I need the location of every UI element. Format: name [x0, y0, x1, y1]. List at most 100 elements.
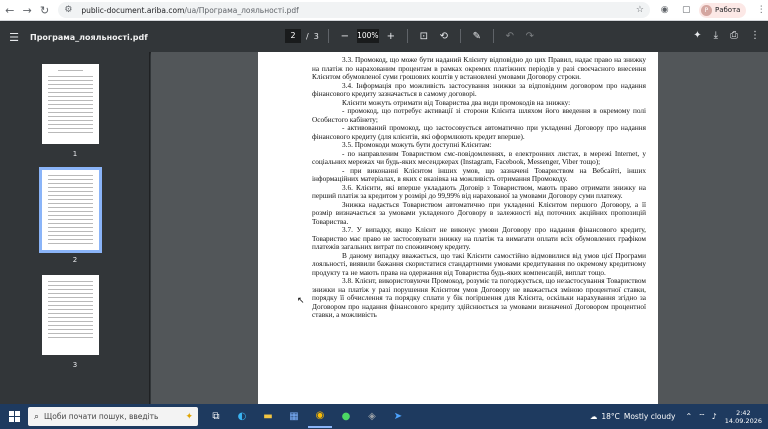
zoom-out-icon[interactable]: −	[338, 31, 352, 42]
document-viewer[interactable]: 3.3. Промокод, що може бути наданий Кліє…	[151, 52, 768, 404]
profile-label: Работа	[714, 6, 741, 14]
thumb-line	[48, 219, 93, 220]
url-text[interactable]: public-document.ariba.com/ua/Програма_ло…	[81, 6, 298, 15]
zoom-level-input[interactable]: 100%	[356, 29, 379, 43]
browser-toolbar: ← → ↻ ⚙ public-document.ariba.com/ua/Про…	[0, 0, 768, 21]
thumb-line	[48, 285, 93, 286]
windows-start-icon[interactable]	[0, 404, 28, 429]
address-bar[interactable]: ⚙ public-document.ariba.com/ua/Програма_…	[58, 2, 650, 18]
rotate-icon[interactable]: ⟲	[437, 31, 451, 42]
pdf-toolbar: ☰ Програма_лояльності.pdf 2 / 3 − 100% +…	[0, 22, 768, 52]
download-icon[interactable]: ⤓	[714, 30, 718, 41]
thumb-line	[48, 112, 93, 113]
tray-chevron-icon[interactable]: ⌃	[685, 412, 692, 421]
thumb-line	[48, 337, 93, 338]
hamburger-menu-icon[interactable]: ☰	[4, 31, 24, 44]
document-paragraph: 3.4. Інформація про можливість застосува…	[312, 81, 646, 99]
page-thumbnail-2[interactable]	[39, 167, 102, 253]
document-paragraph: - промокод, що потребує активації зі сто…	[312, 107, 646, 124]
thumb-line	[48, 231, 93, 232]
weather-text: Mostly cloudy	[623, 412, 676, 421]
task-view-icon[interactable]: ⧉	[204, 406, 228, 428]
page-number-input[interactable]: 2	[285, 29, 301, 43]
edge-browser-icon[interactable]: ◐	[230, 406, 254, 428]
thumb-line	[48, 132, 93, 133]
thumb-line	[48, 179, 93, 180]
thumb-line	[48, 120, 93, 121]
search-icon: ⌕	[34, 411, 40, 422]
thumb-line	[48, 100, 93, 101]
more-options-icon[interactable]: ⋮	[750, 30, 760, 41]
page-thumbnail-3[interactable]	[42, 275, 99, 355]
page-thumbnail-1[interactable]	[42, 64, 99, 144]
document-title: Програма_лояльності.pdf	[30, 32, 148, 42]
thumb-line	[48, 293, 93, 294]
thumb-line	[48, 321, 93, 322]
weather-widget[interactable]: ☁ 18°C Mostly cloudy	[590, 412, 676, 421]
ai-assist-icon[interactable]: ✦	[693, 30, 701, 41]
thumb-line	[48, 199, 93, 200]
pdf-center-controls: 2 / 3 − 100% + ⊡ ⟲ ✎ ↶ ↷	[285, 29, 537, 43]
url-host: public-document.ariba.com	[81, 5, 185, 15]
thumb-line	[48, 195, 93, 196]
document-paragraph: - активований промокод, що застосовуєтьс…	[312, 124, 646, 141]
more-menu-icon[interactable]: ⋮	[754, 3, 768, 17]
print-icon[interactable]: ⎙	[730, 30, 738, 41]
back-icon[interactable]: ←	[2, 2, 17, 18]
network-icon[interactable]: ⌔	[698, 412, 706, 422]
document-paragraph: 3.6. Клієнти, які вперше укладають Догов…	[312, 183, 646, 201]
zoom-in-icon[interactable]: +	[384, 31, 398, 42]
taskbar-search-box[interactable]: ⌕ Щоби почати пошук, введіть ✦	[28, 407, 198, 426]
forward-icon[interactable]: →	[19, 2, 34, 18]
weather-temp: 18°C	[601, 412, 620, 421]
thumbnail-label-3: 3	[72, 361, 78, 369]
thumb-line	[48, 175, 93, 176]
undo-icon[interactable]: ↶	[503, 31, 517, 42]
thumb-line	[48, 317, 93, 318]
file-explorer-icon[interactable]: ▬	[256, 406, 280, 428]
bookmark-star-icon[interactable]: ☆	[636, 5, 644, 15]
thumb-line	[48, 223, 93, 224]
thumb-line	[48, 116, 93, 117]
document-paragraph: 3.8. Клієнт, використовуючи Промокод, ро…	[312, 277, 646, 319]
search-placeholder: Щоби почати пошук, введіть	[44, 412, 159, 421]
clock-date: 14.09.2026	[724, 416, 762, 425]
document-paragraph: 3.3. Промокод, що може бути наданий Кліє…	[312, 56, 646, 81]
pdf-right-controls: ✦ ⤓ ⎙ ⋮	[693, 30, 760, 41]
app-icon[interactable]: ◈	[360, 406, 384, 428]
system-tray: ⌃ ⌔ ♪	[685, 412, 716, 422]
document-paragraph: 3.7. У випадку, якщо Клієнт не виконує у…	[312, 226, 646, 251]
telegram-icon[interactable]: ➤	[386, 406, 410, 428]
profile-button[interactable]: Р Работа	[698, 2, 747, 18]
messenger-icon[interactable]: ●	[334, 406, 358, 428]
thumb-line	[48, 124, 93, 125]
system-clock[interactable]: 2:42 14.09.2026	[725, 409, 762, 425]
thumbnail-label-2: 2	[72, 256, 78, 264]
sidepanel-icon[interactable]: ▢	[679, 3, 693, 17]
thumb-line	[48, 211, 93, 212]
volume-icon[interactable]: ♪	[712, 412, 717, 421]
thumb-line	[48, 76, 93, 77]
thumb-line	[48, 191, 93, 192]
thumb-line	[48, 187, 93, 188]
windows-taskbar: ⌕ Щоби почати пошук, введіть ✦ ⧉ ◐ ▬ ▦ ◉…	[0, 404, 768, 429]
redo-icon[interactable]: ↷	[523, 31, 537, 42]
store-icon[interactable]: ▦	[282, 406, 306, 428]
thumb-line	[48, 108, 93, 109]
extension-icon[interactable]: ◉	[658, 3, 672, 17]
divider	[459, 29, 461, 43]
site-info-icon[interactable]: ⚙	[64, 4, 76, 16]
thumb-line	[48, 289, 93, 290]
thumb-line	[48, 92, 93, 93]
clock-time: 2:42	[736, 408, 751, 417]
fit-page-icon[interactable]: ⊡	[417, 31, 431, 42]
document-paragraph: 3.5. Промокоди можуть бути доступні Кліє…	[342, 141, 492, 149]
thumb-line	[48, 88, 93, 89]
annotate-pen-icon[interactable]: ✎	[470, 31, 484, 42]
thumb-line	[48, 281, 93, 282]
thumb-line	[48, 243, 93, 244]
reload-icon[interactable]: ↻	[37, 2, 52, 18]
total-pages: 3	[313, 31, 319, 41]
chrome-icon[interactable]: ◉	[308, 406, 332, 428]
thumb-line	[48, 84, 93, 85]
